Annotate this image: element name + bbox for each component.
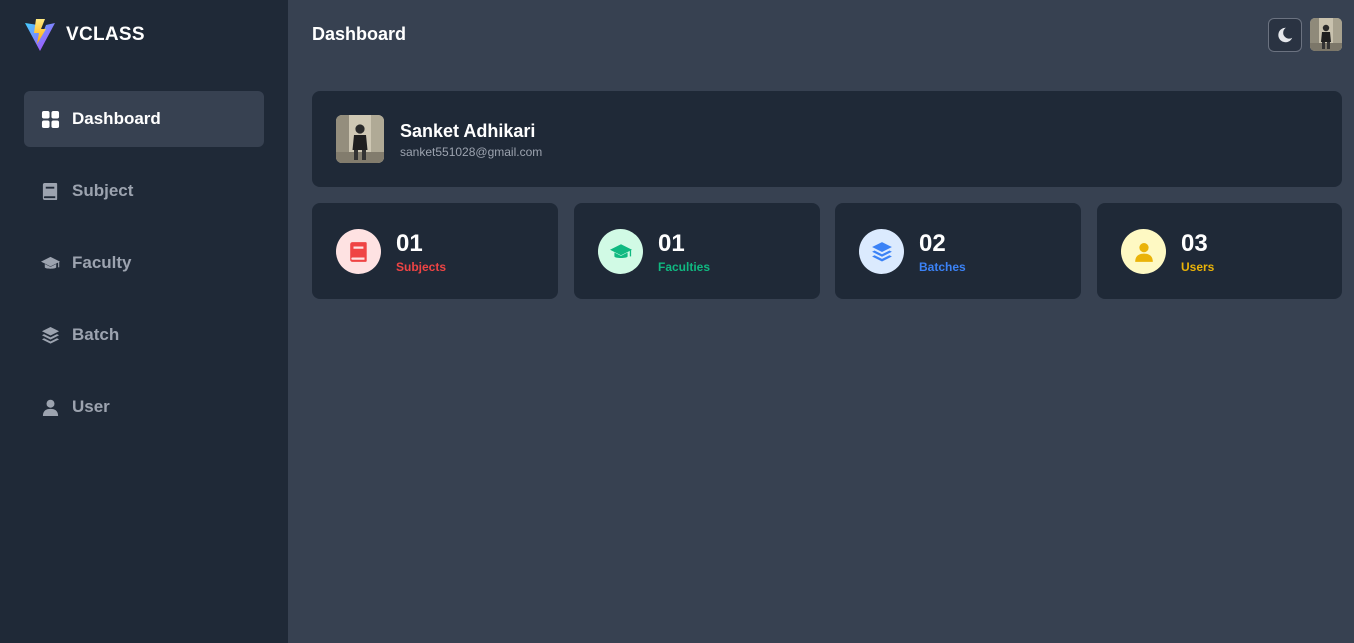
profile-card: Sanket Adhikari sanket551028@gmail.com — [312, 91, 1342, 187]
book-icon — [349, 241, 367, 262]
sidebar-item-label: Faculty — [72, 253, 132, 272]
sidebar-item-user[interactable]: User — [24, 379, 264, 435]
profile-email: sanket551028@gmail.com — [400, 145, 543, 159]
stat-label: Subjects — [396, 260, 447, 274]
avatar-photo — [1310, 18, 1342, 51]
stat-value: 02 — [919, 230, 946, 257]
stat-icon-circle — [336, 229, 381, 274]
stat-label: Batches — [919, 260, 966, 274]
stat-value: 03 — [1181, 230, 1208, 257]
sidebar-item-subject[interactable]: Subject — [24, 163, 264, 219]
vite-logo-icon — [25, 19, 55, 51]
stat-value: 01 — [396, 230, 423, 257]
sidebar-item-label: Batch — [72, 325, 120, 344]
sidebar-item-label: Dashboard — [72, 109, 161, 128]
stat-label: Faculties — [658, 260, 711, 274]
stat-card-users[interactable]: 03 Users — [1097, 203, 1342, 299]
graduation-cap-icon — [609, 243, 632, 258]
sidebar-item-label: Subject — [72, 181, 134, 200]
brand[interactable]: VCLASS — [24, 18, 145, 52]
stat-icon-circle — [859, 229, 904, 274]
layers-icon — [40, 325, 60, 345]
book-icon — [40, 181, 60, 201]
user-icon — [40, 397, 60, 417]
stat-label: Users — [1181, 260, 1215, 274]
graduation-cap-icon — [40, 253, 60, 273]
sidebar: VCLASS Dashboard Subject Faculty Batch U… — [0, 0, 288, 643]
sidebar-item-batch[interactable]: Batch — [24, 307, 264, 363]
profile-avatar — [336, 115, 384, 163]
sidebar-item-dashboard[interactable]: Dashboard — [24, 91, 264, 147]
sidebar-item-faculty[interactable]: Faculty — [24, 235, 264, 291]
brand-name: VCLASS — [66, 24, 145, 45]
moon-icon — [1278, 27, 1293, 43]
dashboard-grid-icon — [40, 109, 60, 129]
user-icon — [1134, 242, 1153, 262]
page-title: Dashboard — [312, 24, 407, 44]
stat-value: 01 — [658, 230, 685, 257]
stat-icon-circle — [598, 229, 643, 274]
avatar[interactable] — [1310, 18, 1342, 51]
stat-card-faculties[interactable]: 01 Faculties — [574, 203, 820, 299]
profile-name: Sanket Adhikari — [400, 121, 536, 141]
stat-card-batches[interactable]: 02 Batches — [835, 203, 1081, 299]
sidebar-item-label: User — [72, 397, 110, 416]
layers-icon — [871, 241, 892, 261]
stat-card-subjects[interactable]: 01 Subjects — [312, 203, 558, 299]
avatar-photo — [336, 115, 384, 163]
theme-toggle-button[interactable] — [1268, 18, 1302, 52]
stat-icon-circle — [1121, 229, 1166, 274]
